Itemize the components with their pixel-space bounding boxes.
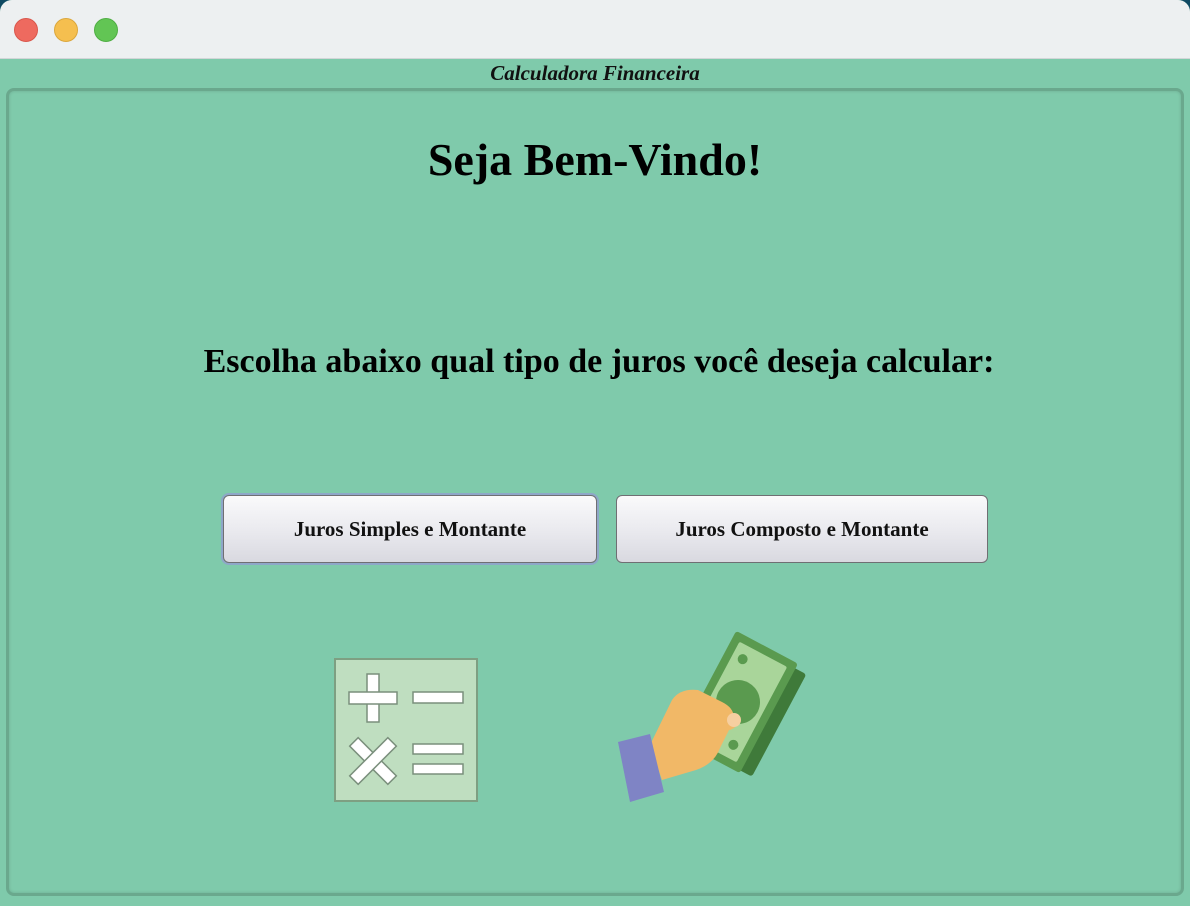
main-panel <box>6 88 1184 896</box>
close-window-button[interactable] <box>14 18 38 42</box>
title-bar <box>0 0 1190 59</box>
app-window: Calculadora Financeira Seja Bem-Vindo! E… <box>0 0 1190 906</box>
maximize-window-button[interactable] <box>94 18 118 42</box>
choose-interest-prompt: Escolha abaixo qual tipo de juros você d… <box>203 343 995 380</box>
hand-money-icon <box>618 631 806 802</box>
frame-title: Calculadora Financeira <box>490 61 700 85</box>
minimize-window-button[interactable] <box>54 18 78 42</box>
calculator-operations-icon <box>334 658 478 802</box>
simple-interest-button[interactable]: Juros Simples e Montante <box>223 495 597 563</box>
welcome-heading: Seja Bem-Vindo! <box>427 134 763 185</box>
compound-interest-button[interactable]: Juros Composto e Montante <box>616 495 988 563</box>
